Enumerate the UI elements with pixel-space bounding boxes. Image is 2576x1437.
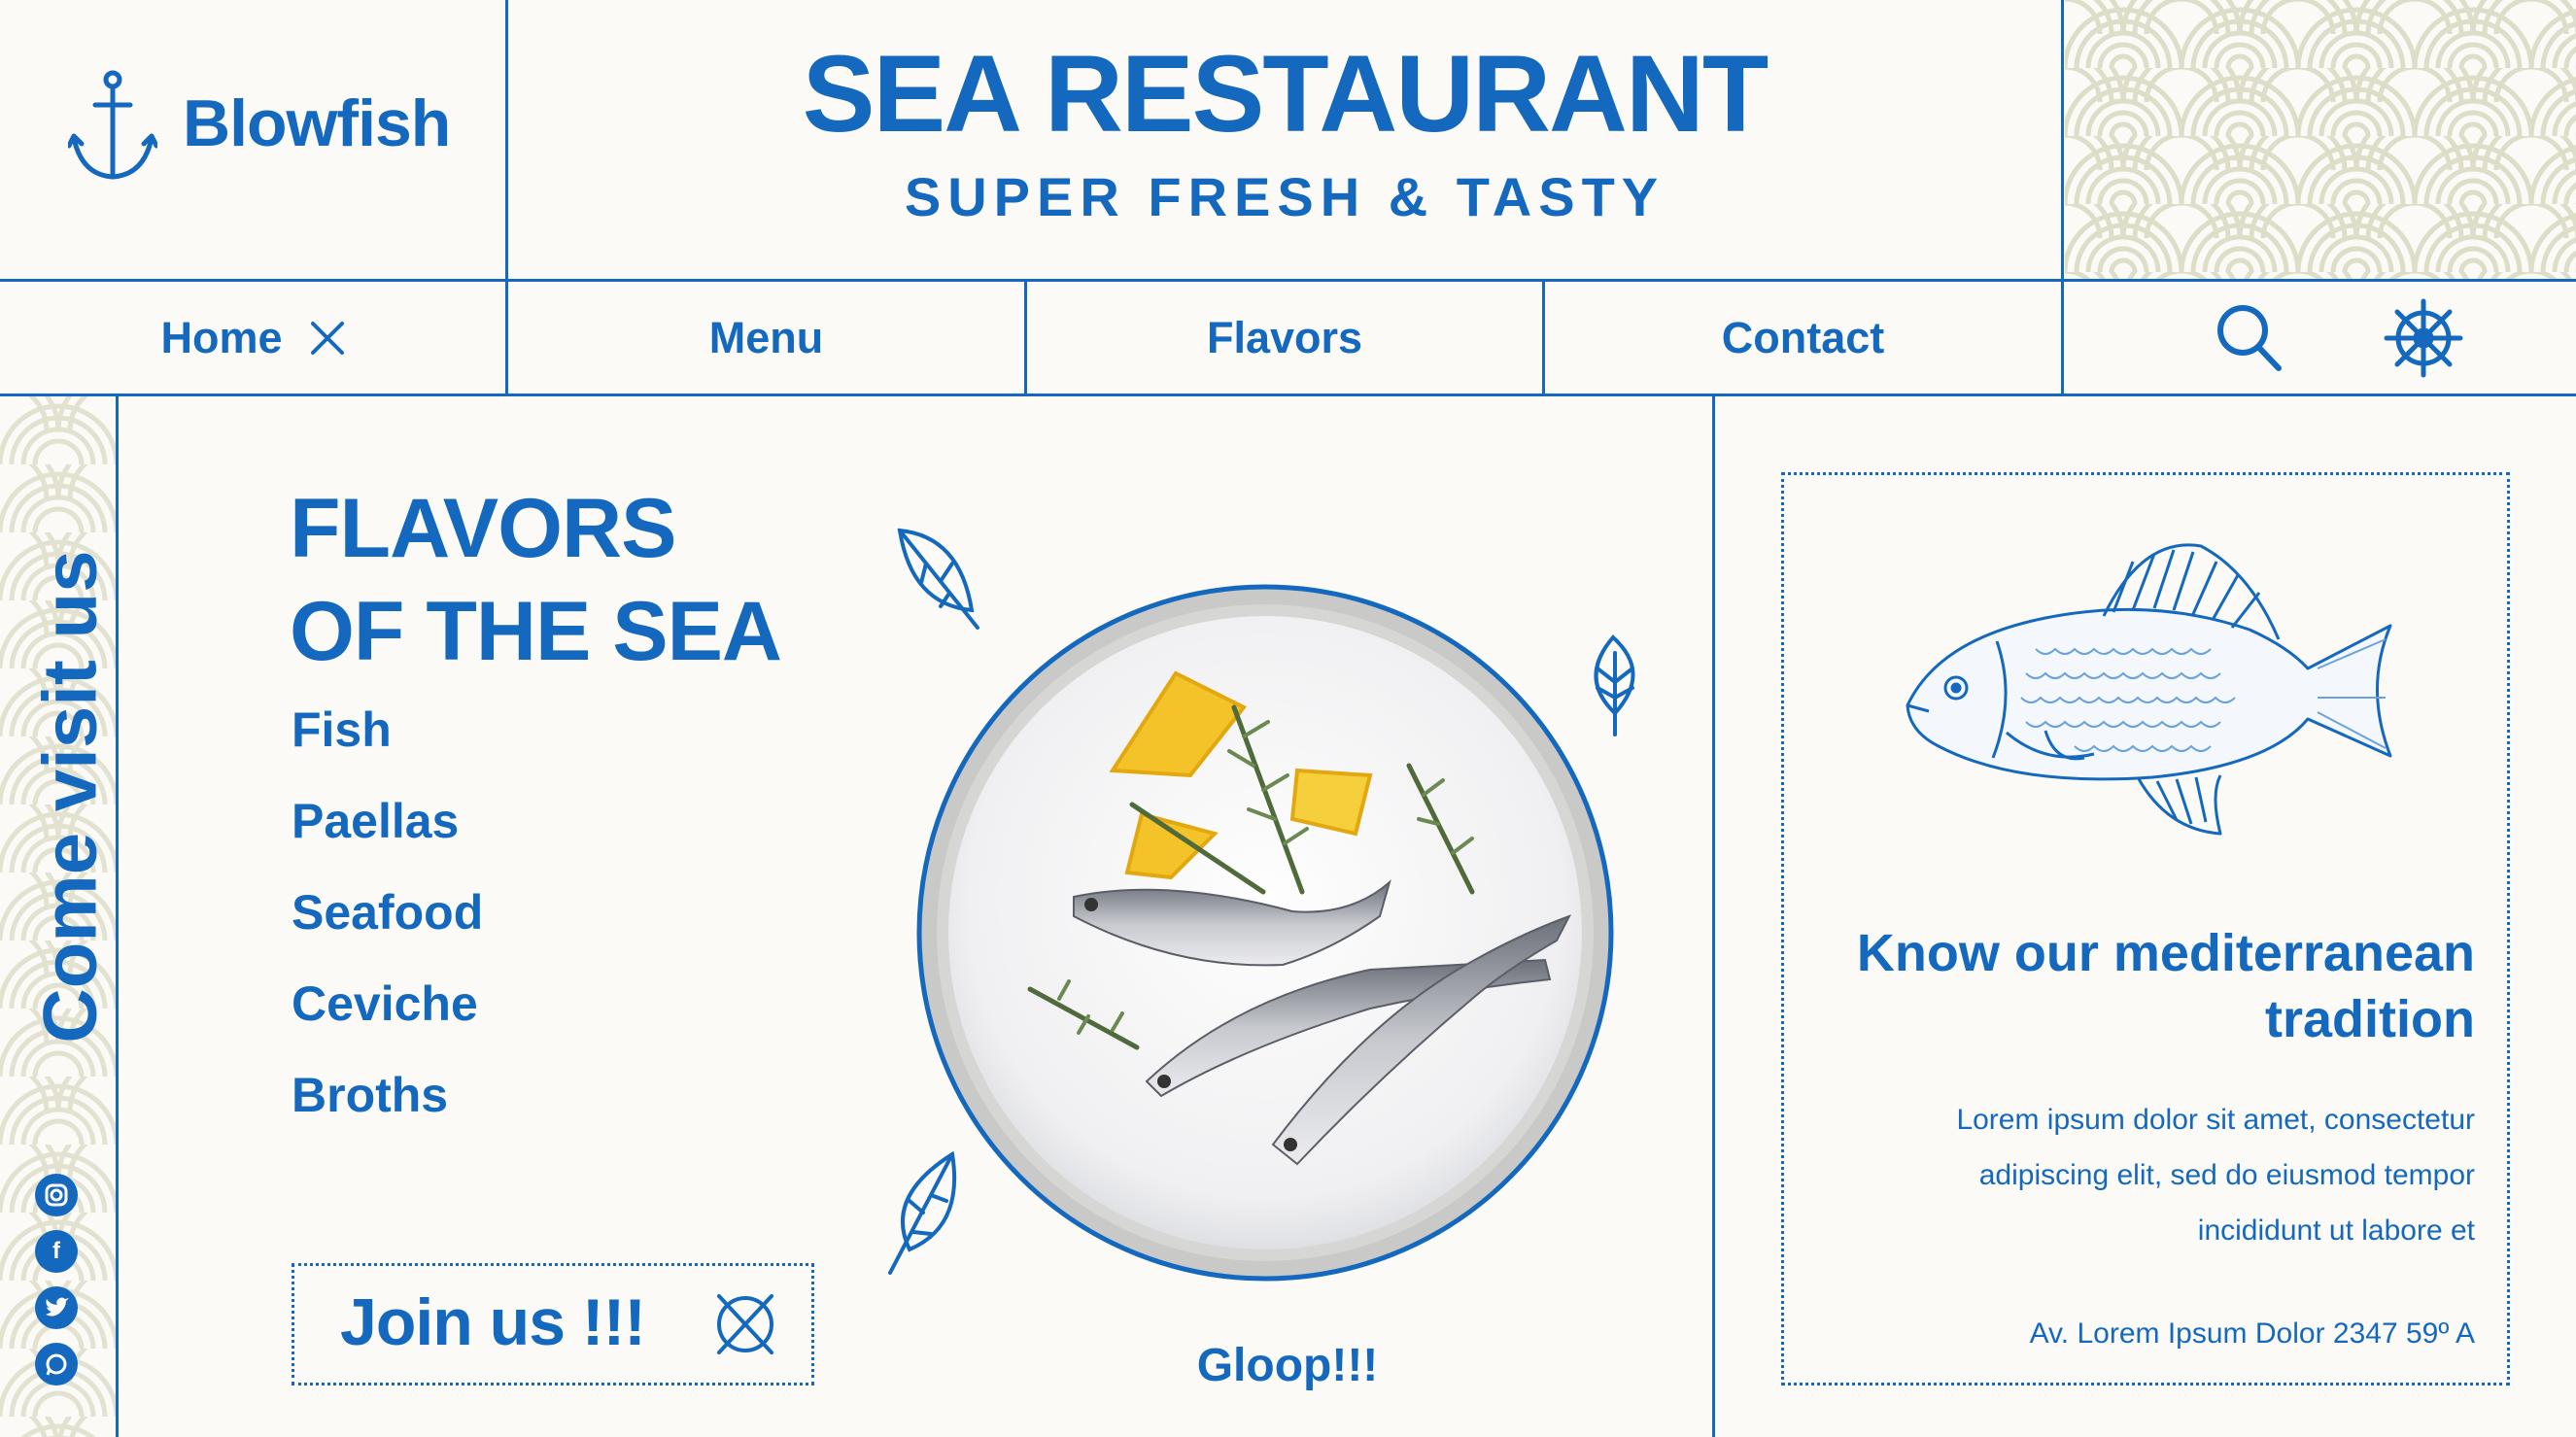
leaf-icon <box>1594 634 1635 736</box>
facebook-icon[interactable]: f <box>35 1230 78 1273</box>
anchor-icon <box>68 70 157 180</box>
ship-wheel-icon[interactable] <box>2383 297 2464 379</box>
nav-item-flavors[interactable]: Flavors <box>1027 282 1542 394</box>
section-heading-line-2: OF THE SEA <box>290 585 782 678</box>
description-line: Lorem ipsum dolor sit amet, consectetur <box>1956 1104 2475 1136</box>
search-icon[interactable] <box>2215 303 2284 373</box>
cross-circle-icon <box>717 1294 773 1354</box>
nav-item-label: Home <box>160 313 283 362</box>
description-line: incididunt ut labore et <box>2197 1215 2475 1247</box>
whatsapp-icon[interactable] <box>35 1343 78 1386</box>
section-heading-line-1: FLAVORS <box>290 482 677 575</box>
nav-item-menu[interactable]: Menu <box>508 282 1024 394</box>
twitter-icon[interactable] <box>35 1286 78 1329</box>
category-link-seafood[interactable]: Seafood <box>292 884 483 941</box>
come-visit-us-text: Come visit us <box>26 550 113 1044</box>
gloop-text: Gloop!!! <box>1196 1340 1379 1391</box>
nav-item-contact[interactable]: Contact <box>1545 282 2061 394</box>
leaf-icon <box>897 528 979 630</box>
nav-item-label: Flavors <box>1206 313 1363 362</box>
category-link-fish[interactable]: Fish <box>292 701 392 758</box>
join-us-label: Join us !!! <box>340 1285 646 1359</box>
tradition-description: Lorem ipsum dolor sit amet, consectetur … <box>1846 1092 2475 1258</box>
content-divider <box>1712 393 1715 1437</box>
leaf-icon <box>888 1150 957 1275</box>
description-line: adipiscing elit, sed do eiusmod tempor <box>1978 1159 2475 1191</box>
brand-name[interactable]: Blowfish <box>183 86 451 161</box>
close-icon[interactable] <box>310 321 345 356</box>
sidebar-border <box>116 393 119 1437</box>
plate-of-fish-image <box>916 584 1614 1282</box>
nav-item-label: Menu <box>708 313 824 362</box>
category-link-ceviche[interactable]: Ceviche <box>292 975 478 1032</box>
wave-pattern-top-right <box>2065 0 2576 279</box>
address-text: Av. Lorem Ipsum Dolor 2347 59º A <box>2029 1317 2475 1350</box>
page-subtitle: SUPER FRESH & TASTY <box>904 166 1666 227</box>
category-link-paellas[interactable]: Paellas <box>292 793 459 849</box>
instagram-icon[interactable] <box>35 1174 78 1216</box>
nav-item-home[interactable]: Home <box>0 282 505 394</box>
fish-illustration <box>1906 543 2392 836</box>
tradition-title: Know our mediterranean tradition <box>1856 924 2475 1048</box>
page-title: SEA RESTAURANT <box>802 33 1769 154</box>
nav-item-label: Contact <box>1721 313 1885 362</box>
category-link-broths[interactable]: Broths <box>292 1067 448 1123</box>
